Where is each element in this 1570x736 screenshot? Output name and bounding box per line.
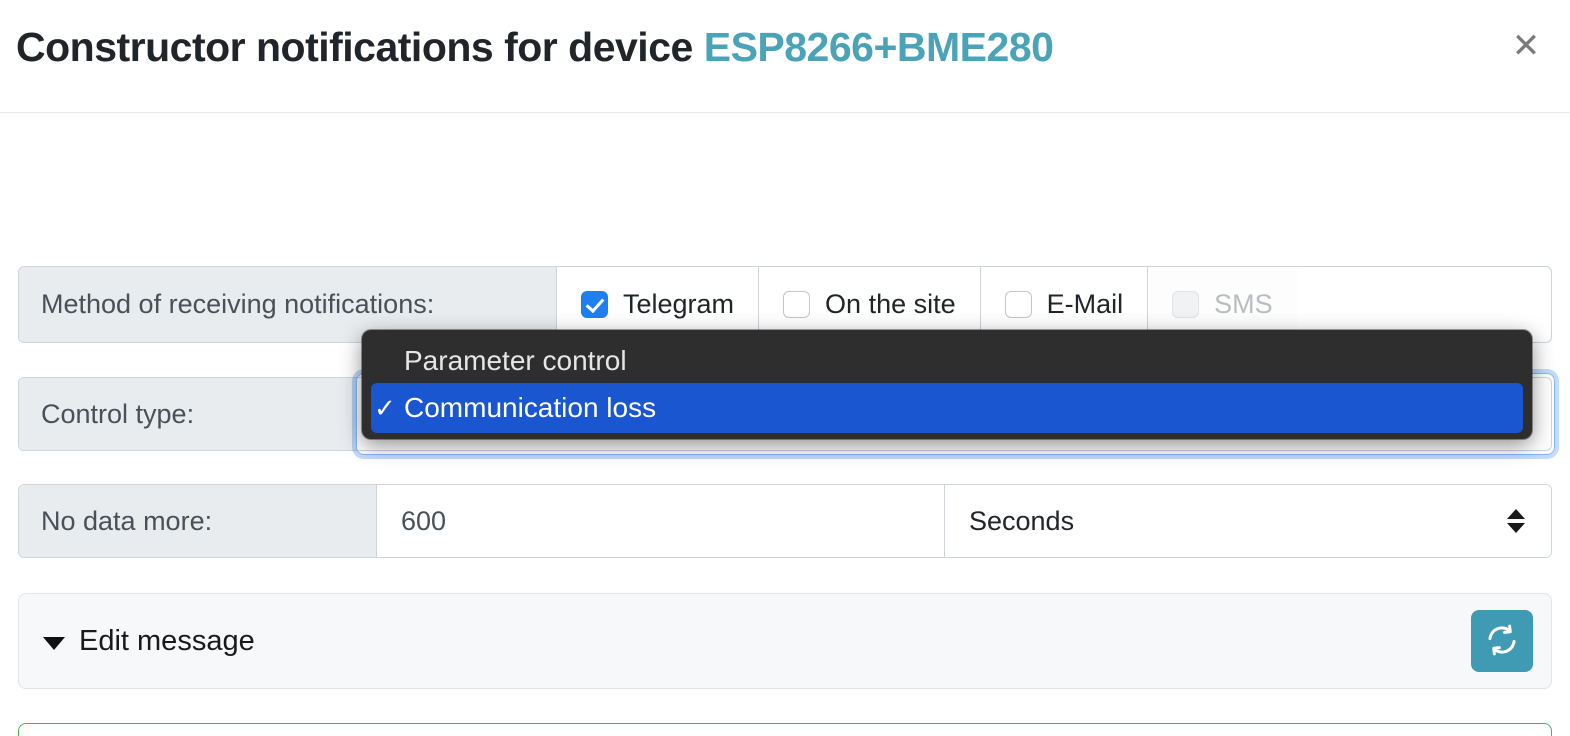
edit-message-label: Edit message (79, 624, 255, 657)
no-data-more-input[interactable] (377, 485, 945, 557)
checkbox-email-label: E-Mail (1046, 289, 1124, 319)
edit-message-row: Edit message (18, 593, 1552, 689)
checkbox-on-the-site-label: On the site (825, 289, 956, 319)
control-type-label: Control type: (19, 378, 357, 450)
refresh-button[interactable] (1471, 610, 1533, 672)
edit-message-toggle[interactable]: Edit message (43, 625, 255, 658)
device-name: ESP8266+BME280 (703, 24, 1054, 70)
chevron-updown-icon (1507, 509, 1525, 533)
checkbox-sms-label: SMS (1214, 289, 1273, 319)
no-data-more-row: No data more: Seconds (18, 484, 1552, 558)
dropdown-option-communication-loss[interactable]: ✓ Communication loss (371, 383, 1523, 433)
checkbox-email-box[interactable] (1004, 291, 1032, 318)
close-icon[interactable]: ✕ (1502, 22, 1550, 70)
time-unit-select[interactable]: Seconds (945, 485, 1551, 557)
dropdown-check-icon: ✓ (374, 345, 404, 376)
checkbox-telegram-label: Telegram (623, 289, 735, 319)
checkbox-sms-box (1172, 291, 1200, 318)
save-button[interactable]: Save (18, 723, 1552, 736)
dropdown-check-icon: ✓ (374, 392, 396, 423)
checkbox-telegram-box[interactable] (581, 291, 608, 318)
refresh-icon (1485, 623, 1519, 660)
dropdown-option-label: Parameter control (404, 344, 627, 376)
page-title: Constructor notifications for device ESP… (16, 24, 1054, 71)
no-data-more-label: No data more: (19, 485, 377, 557)
dropdown-option-parameter-control[interactable]: ✓ Parameter control (362, 338, 1532, 383)
chevron-down-icon (43, 636, 65, 650)
dropdown-option-label: Communication loss (404, 392, 657, 423)
title-prefix: Constructor notifications for device (16, 24, 693, 70)
control-type-dropdown[interactable]: ✓ Parameter control ✓ Communication loss (362, 330, 1532, 439)
time-unit-value: Seconds (969, 505, 1075, 536)
checkbox-on-the-site-box[interactable] (783, 291, 811, 318)
modal-header: Constructor notifications for device ESP… (0, 0, 1570, 113)
